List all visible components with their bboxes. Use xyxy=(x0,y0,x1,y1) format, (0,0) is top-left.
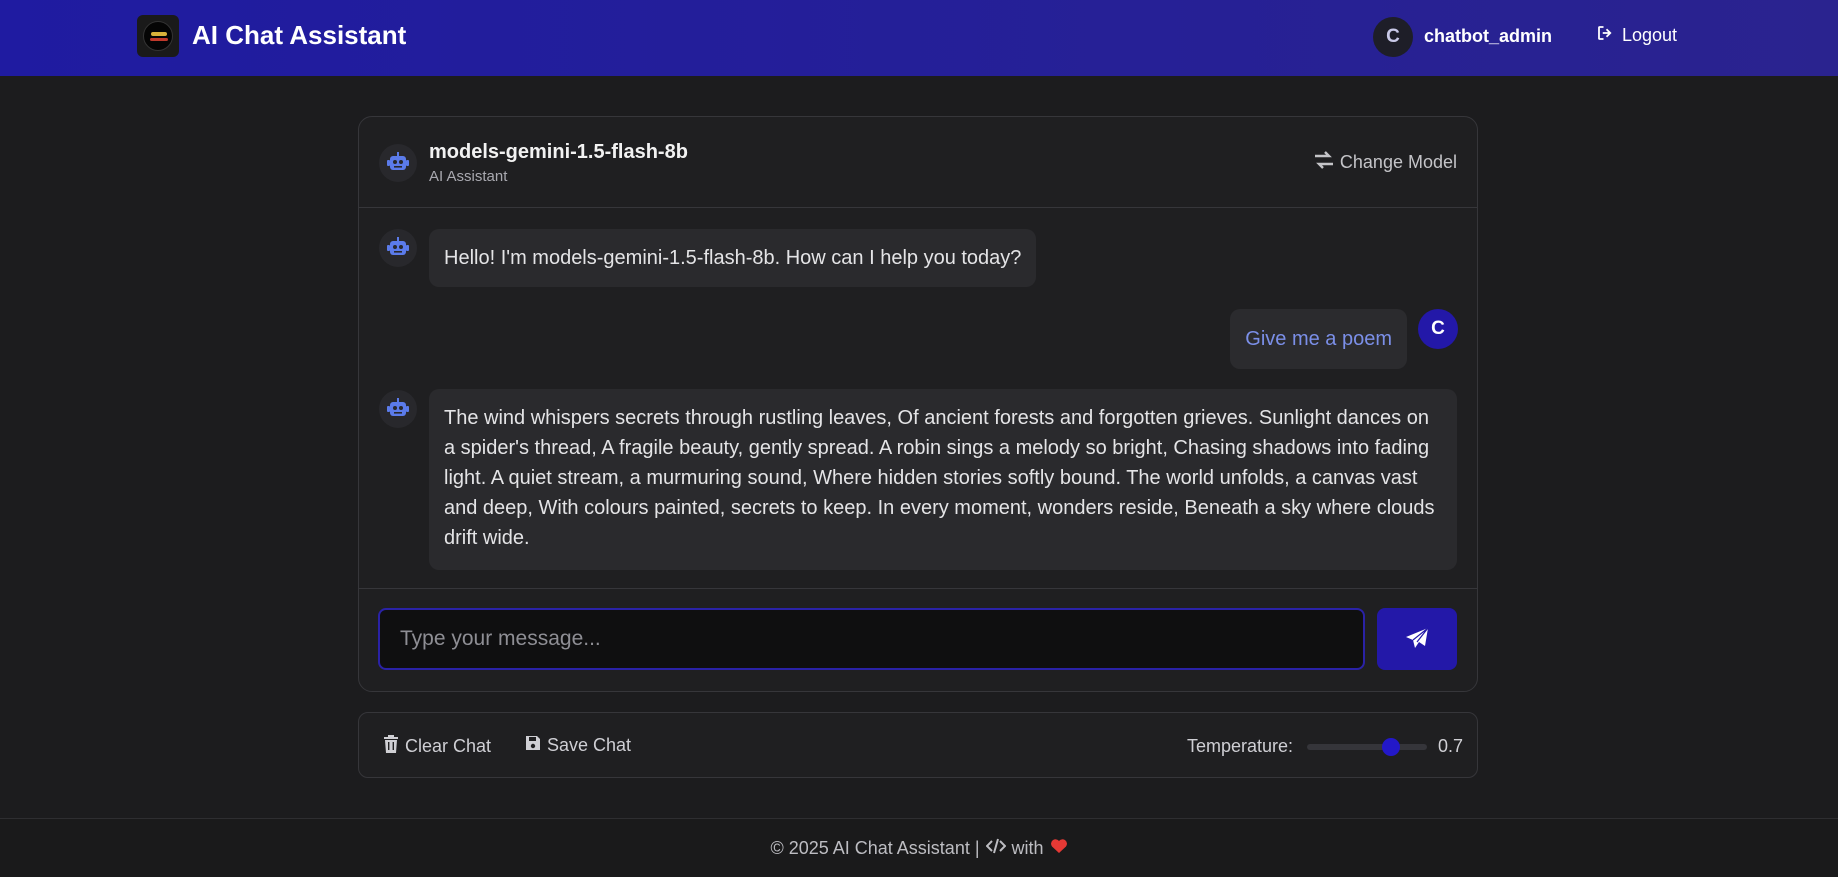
temperature-slider[interactable] xyxy=(1307,738,1427,756)
page-footer: © 2025 AI Chat Assistant | with xyxy=(0,818,1838,877)
app-title[interactable]: AI Chat Assistant xyxy=(192,20,406,51)
save-chat-button[interactable]: Save Chat xyxy=(525,735,631,756)
clear-chat-button[interactable]: Clear Chat xyxy=(383,735,491,758)
robot-icon xyxy=(379,144,417,182)
message-input[interactable] xyxy=(378,608,1365,670)
footer-with: with xyxy=(1011,837,1044,858)
model-subtitle: AI Assistant xyxy=(429,168,508,185)
logout-label: Logout xyxy=(1622,25,1678,45)
user-message: Give me a poem xyxy=(1230,309,1407,369)
temperature-value: 0.7 xyxy=(1438,736,1464,756)
user-avatar: C xyxy=(1373,17,1413,57)
logout-icon xyxy=(1596,24,1614,47)
save-chat-label: Save Chat xyxy=(547,735,632,755)
change-model-label: Change Model xyxy=(1339,152,1457,172)
app-logo[interactable] xyxy=(137,15,179,57)
chat-header: models-gemini-1.5-flash-8b AI Assistant … xyxy=(359,117,1477,208)
change-model-button[interactable]: Change Model xyxy=(1314,151,1457,174)
message-composer xyxy=(359,588,1477,691)
robot-icon xyxy=(379,390,417,428)
send-button[interactable] xyxy=(1377,608,1457,670)
code-icon xyxy=(985,838,1006,859)
footer-copyright: © 2025 AI Chat Assistant | xyxy=(770,837,980,858)
paper-plane-icon xyxy=(1405,627,1429,652)
bot-message: Hello! I'm models-gemini-1.5-flash-8b. H… xyxy=(429,229,1037,287)
clear-chat-label: Clear Chat xyxy=(405,736,492,756)
floppy-disk-icon xyxy=(525,735,541,756)
chat-toolbar: Clear Chat Save Chat Temperature: 0.7 xyxy=(358,712,1478,778)
exchange-icon xyxy=(1314,151,1334,174)
logout-button[interactable]: Logout xyxy=(1596,24,1677,47)
temperature-slider-thumb[interactable] xyxy=(1382,738,1400,756)
temperature-label: Temperature: xyxy=(1187,736,1294,756)
model-name: models-gemini-1.5-flash-8b xyxy=(429,141,688,163)
username-label: chatbot_admin xyxy=(1424,26,1553,46)
top-navbar: AI Chat Assistant C chatbot_admin Logout xyxy=(0,0,1838,76)
bot-message: The wind whispers secrets through rustli… xyxy=(429,389,1457,570)
robot-icon xyxy=(379,229,417,267)
chat-panel: models-gemini-1.5-flash-8b AI Assistant … xyxy=(358,116,1478,692)
heart-icon xyxy=(1050,838,1068,859)
trash-icon xyxy=(383,735,399,758)
user-avatar: C xyxy=(1418,309,1458,349)
